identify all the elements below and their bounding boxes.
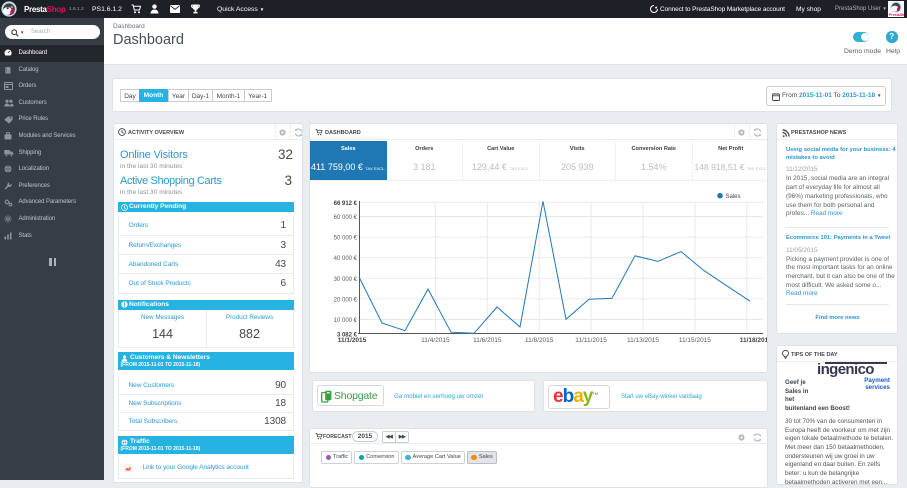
svg-text:10 000 €: 10 000 € <box>334 318 358 324</box>
svg-text:11/6/2015: 11/6/2015 <box>473 337 502 344</box>
svg-text:11/1/2015: 11/1/2015 <box>338 337 367 344</box>
svg-text:11/13/2015: 11/13/2015 <box>627 337 659 344</box>
svg-text:11/11/2015: 11/11/2015 <box>575 337 607 344</box>
svg-text:11/15/2015: 11/15/2015 <box>679 337 711 344</box>
svg-text:60 000 €: 60 000 € <box>334 215 358 221</box>
svg-text:11/8/2015: 11/8/2015 <box>525 337 554 344</box>
svg-text:Sales: Sales <box>726 194 741 200</box>
svg-text:11/18/201: 11/18/201 <box>740 337 768 344</box>
svg-text:20 000 €: 20 000 € <box>334 297 358 303</box>
svg-text:66 912 €: 66 912 € <box>334 201 358 207</box>
svg-text:40 000 €: 40 000 € <box>334 256 358 262</box>
svg-text:30 000 €: 30 000 € <box>334 277 358 283</box>
svg-text:11/4/2015: 11/4/2015 <box>421 337 450 344</box>
svg-text:50 000 €: 50 000 € <box>334 236 358 242</box>
